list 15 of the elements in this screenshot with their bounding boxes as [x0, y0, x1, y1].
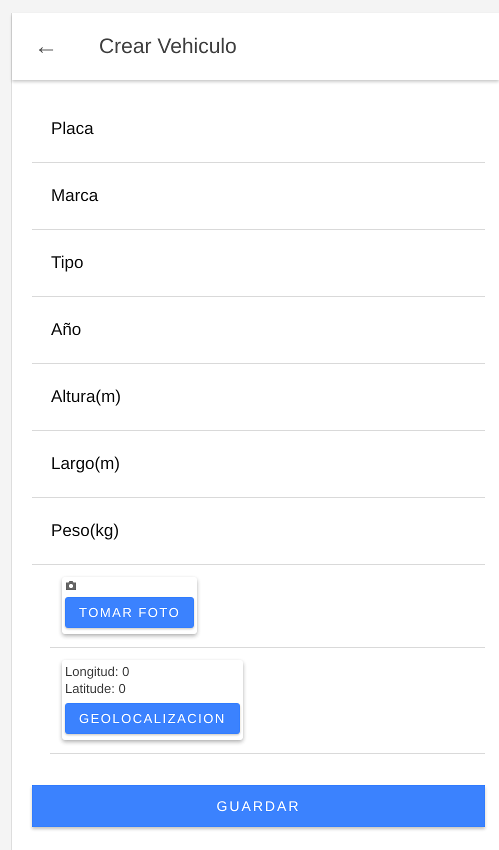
text-field[interactable]: Peso(kg) — [32, 498, 485, 565]
text-field[interactable]: Altura(m) — [32, 364, 485, 431]
back-button[interactable]: ← — [34, 34, 56, 58]
camera-icon — [65, 580, 77, 591]
text-field[interactable]: Tipo — [32, 230, 485, 297]
take-photo-button[interactable]: TOMAR FOTO — [65, 597, 194, 628]
text-field[interactable]: Año — [32, 297, 485, 364]
save-button[interactable]: GUARDAR — [32, 785, 485, 827]
page-title: Crear Vehiculo — [99, 34, 237, 58]
longitude-text: Longitud: 0 — [65, 663, 130, 680]
text-field[interactable]: Marca — [32, 163, 485, 230]
text-field[interactable]: Largo(m) — [32, 431, 485, 498]
geolocation-button[interactable]: GEOLOCALIZACION — [65, 703, 240, 734]
text-field[interactable]: Placa — [32, 96, 485, 163]
latitude-text: Latitude: 0 — [65, 680, 126, 697]
